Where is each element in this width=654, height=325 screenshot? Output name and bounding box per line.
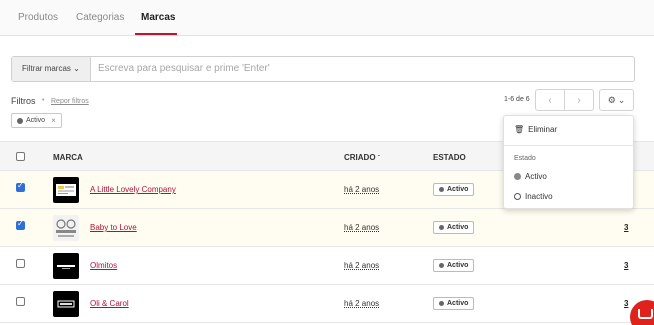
search-input[interactable]: [98, 63, 618, 74]
trash-icon: 🗑: [514, 125, 525, 134]
brand-link[interactable]: Oli & Carol: [90, 299, 129, 308]
gear-icon: ⚙: [607, 94, 616, 105]
status-badge: Activo: [433, 183, 475, 196]
table-row: Oli & Carol há 2 anos Activo 3: [0, 285, 654, 323]
status-dot-icon: [439, 187, 444, 192]
column-header-status[interactable]: ESTADO: [433, 153, 466, 162]
filter-dropdown-label: Filtrar marcas: [22, 64, 71, 73]
separator-dot: •: [42, 97, 45, 104]
table-row: Olmitos há 2 anos Activo 3: [0, 247, 654, 285]
delete-menu-item[interactable]: 🗑 Eliminar: [514, 125, 557, 134]
radio-icon: [514, 193, 521, 200]
status-option-active[interactable]: Activo: [514, 172, 547, 181]
pagination: ‹ ›: [535, 89, 594, 111]
status-badge: Activo: [433, 297, 475, 310]
status-badge: Activo: [433, 259, 475, 272]
row-checkbox[interactable]: [16, 181, 25, 192]
column-header-brand[interactable]: MARCA: [53, 153, 83, 162]
status-dot-icon: [439, 301, 444, 306]
product-count-link[interactable]: 3: [624, 261, 628, 270]
brand-link[interactable]: Olmitos: [90, 261, 117, 270]
menu-section-label: Estado: [514, 155, 536, 162]
radio-selected-icon: [514, 173, 521, 180]
menu-divider: [504, 145, 635, 146]
tab-bar: Produtos Categorias Marcas: [0, 0, 654, 36]
chevron-down-icon: ⌄: [617, 94, 626, 105]
brand-link[interactable]: Baby to Love: [90, 223, 137, 232]
chevron-down-icon: ⌄: [73, 64, 80, 73]
status-dot-icon: [439, 263, 444, 268]
status-option-inactive[interactable]: Inactivo: [514, 192, 553, 201]
filter-dropdown[interactable]: Filtrar marcas ⌄: [12, 57, 91, 81]
column-header-created[interactable]: CRIADO ˇ: [344, 153, 380, 162]
created-date: há 2 anos: [344, 299, 380, 308]
status-dot-icon: [439, 225, 444, 230]
close-icon[interactable]: ×: [51, 116, 56, 125]
brand-link[interactable]: A Little Lovely Company: [90, 185, 176, 194]
chip-label: Activo: [26, 117, 46, 124]
settings-dropdown-menu: 🗑 Eliminar Estado Activo Inactivo: [503, 115, 635, 209]
delete-label: Eliminar: [528, 125, 558, 134]
reset-filters-link[interactable]: Repor filtros: [51, 98, 89, 105]
pagination-info: 1-6 de 6: [504, 96, 530, 103]
row-checkbox[interactable]: [16, 297, 25, 306]
status-badge: Activo: [433, 221, 475, 234]
brand-logo: [53, 291, 79, 317]
tab-produtos[interactable]: Produtos: [18, 12, 58, 23]
sort-icon: ˇ: [377, 156, 380, 162]
tab-marcas[interactable]: Marcas: [141, 12, 175, 23]
active-filter-chip: Activo ×: [11, 113, 62, 128]
row-checkbox[interactable]: [16, 219, 25, 230]
tab-categorias[interactable]: Categorias: [76, 12, 124, 23]
next-page-button[interactable]: ›: [565, 90, 593, 110]
brand-logo: [53, 215, 79, 241]
table-row: Baby to Love há 2 anos Activo 3: [0, 209, 654, 247]
created-date: há 2 anos: [344, 261, 380, 270]
select-all-checkbox[interactable]: [16, 152, 25, 161]
brand-logo: [53, 177, 79, 203]
settings-button[interactable]: ⚙ ⌄: [599, 89, 634, 111]
row-checkbox[interactable]: [16, 259, 25, 268]
product-count-link[interactable]: 3: [624, 223, 628, 232]
created-date: há 2 anos: [344, 223, 380, 232]
status-dot-icon: [17, 117, 23, 124]
brand-logo: [53, 253, 79, 279]
search-bar: Filtrar marcas ⌄: [11, 56, 635, 82]
created-date: há 2 anos: [344, 185, 380, 194]
product-count-link[interactable]: 3: [624, 299, 628, 308]
filters-label: Filtros: [11, 96, 36, 106]
active-tab-indicator: [135, 33, 177, 35]
prev-page-button[interactable]: ‹: [536, 90, 565, 110]
